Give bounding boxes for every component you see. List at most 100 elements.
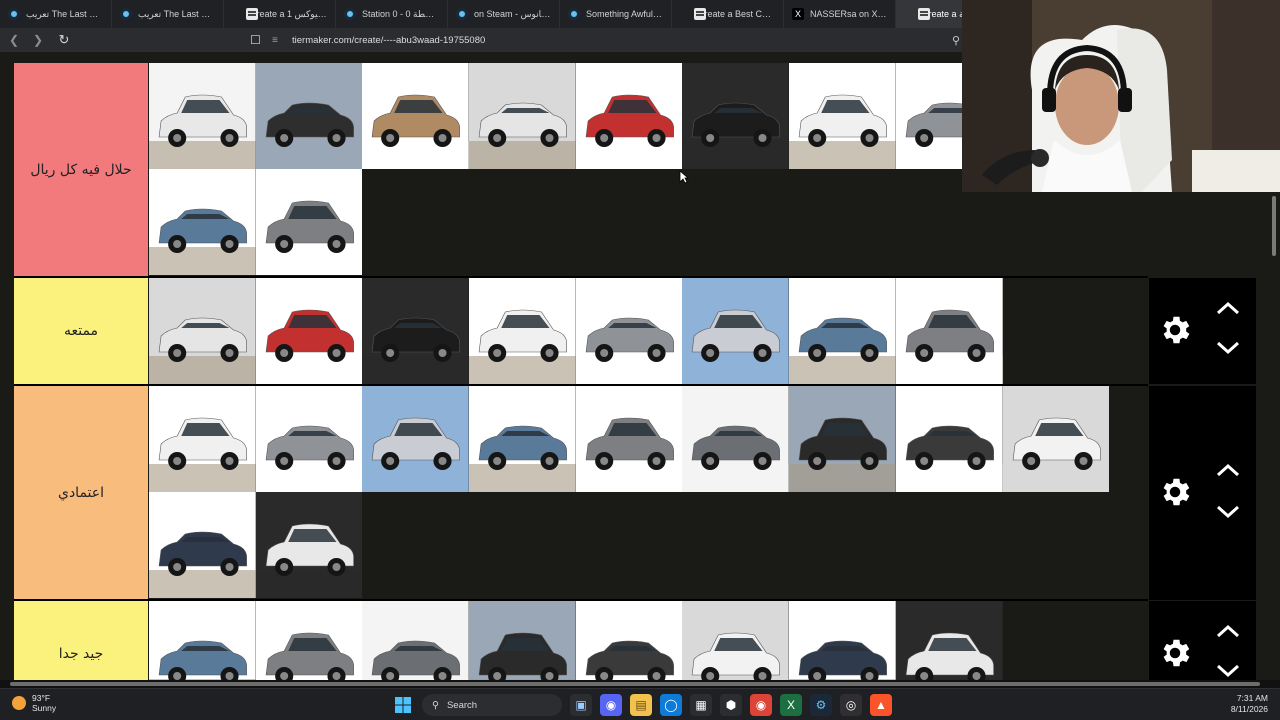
car-image[interactable] xyxy=(575,601,683,680)
tab-1[interactable]: تعريب The Last Of Us xyxy=(0,0,112,28)
tier-row: ممتعه xyxy=(14,278,1256,384)
site-info-icon[interactable]: ≡ xyxy=(272,35,284,46)
tier-label-cell[interactable]: ممتعه xyxy=(14,278,148,384)
windows-start-icon[interactable] xyxy=(392,694,414,716)
move-down-icon[interactable] xyxy=(1215,663,1241,679)
tab-label: تعريب The Last Of Us xyxy=(26,8,103,19)
car-image[interactable] xyxy=(362,278,470,384)
app-icon[interactable]: ⬢ xyxy=(720,694,742,716)
tab-8[interactable]: X NASSERsa on X: "@3_ xyxy=(784,0,896,28)
car-image[interactable] xyxy=(255,601,363,680)
system-clock[interactable]: 7:31 AM 8/11/2026 xyxy=(1231,693,1268,715)
steam-taskbar-icon[interactable]: ⚙ xyxy=(810,694,832,716)
car-image[interactable] xyxy=(682,278,790,384)
car-image[interactable] xyxy=(149,386,256,492)
car-image[interactable] xyxy=(789,386,896,492)
car-image[interactable] xyxy=(149,601,256,680)
excel-icon[interactable]: X xyxy=(780,694,802,716)
gear-icon[interactable] xyxy=(1157,635,1193,671)
address-bar[interactable]: ☐ ≡ tiermaker.com/create/----abu3waad-19… xyxy=(250,31,960,49)
car-image[interactable] xyxy=(149,169,256,275)
obs-icon[interactable]: ◎ xyxy=(840,694,862,716)
car-image[interactable] xyxy=(682,63,790,169)
tier-label: حلال فيه كل ريال xyxy=(30,162,132,178)
webcam-overlay xyxy=(962,0,1280,192)
move-down-icon[interactable] xyxy=(1215,504,1241,520)
car-image[interactable] xyxy=(362,63,470,169)
scrollbar-thumb[interactable] xyxy=(10,682,1260,686)
folder-icon[interactable]: ▤ xyxy=(630,694,652,716)
tier-items xyxy=(149,386,1149,598)
car-image[interactable] xyxy=(895,386,1003,492)
reload-icon[interactable]: ↻ xyxy=(54,30,74,50)
car-image[interactable] xyxy=(469,601,576,680)
weather-desc: Sunny xyxy=(32,703,57,713)
tab-3[interactable]: Create a 1 الأكسيوكس xyxy=(224,0,336,28)
bookmark-icon[interactable]: ☐ xyxy=(250,33,264,47)
edge-icon[interactable]: ◯ xyxy=(660,694,682,716)
tab-4[interactable]: Station 0 - 0 المحطة xyxy=(336,0,448,28)
tab-5[interactable]: on Steam - ابو قانوس xyxy=(448,0,560,28)
tab-7[interactable]: Create a Best Cars Ti xyxy=(672,0,784,28)
car-image[interactable] xyxy=(469,386,576,492)
file-explorer-icon[interactable]: ▣ xyxy=(570,694,592,716)
tier-controls xyxy=(1149,278,1256,384)
tiermaker-icon xyxy=(694,8,706,20)
car-image[interactable] xyxy=(469,63,576,169)
back-icon[interactable]: ❮ xyxy=(4,30,24,50)
move-up-icon[interactable] xyxy=(1215,623,1241,639)
car-image[interactable] xyxy=(895,601,1003,680)
car-image[interactable] xyxy=(255,169,363,275)
car-image[interactable] xyxy=(149,278,256,384)
car-image[interactable] xyxy=(469,278,576,384)
car-image[interactable] xyxy=(682,601,790,680)
url-text[interactable]: tiermaker.com/create/----abu3waad-197550… xyxy=(292,35,944,46)
tab-label: Create a 1 الأكسيوكس xyxy=(250,8,327,19)
car-image[interactable] xyxy=(575,63,683,169)
tier-label-cell[interactable]: جيد جدا xyxy=(14,601,148,680)
tier-label-cell[interactable]: اعتمادي xyxy=(14,386,148,600)
car-image[interactable] xyxy=(362,601,470,680)
tab-2[interactable]: تعريب The Last Of Us xyxy=(112,0,224,28)
weather-widget[interactable]: 93°F Sunny xyxy=(12,693,56,713)
clock-date: 8/11/2026 xyxy=(1230,704,1268,714)
chrome-icon[interactable]: ◉ xyxy=(750,694,772,716)
brave-icon[interactable]: ▲ xyxy=(870,694,892,716)
car-image[interactable] xyxy=(895,278,1003,384)
tab-6[interactable]: Something Awful: Sto xyxy=(560,0,672,28)
move-up-icon[interactable] xyxy=(1215,462,1241,478)
vertical-scrollbar[interactable] xyxy=(1270,190,1278,680)
car-image[interactable] xyxy=(575,278,683,384)
gear-icon[interactable] xyxy=(1157,312,1193,348)
car-image[interactable] xyxy=(255,63,363,169)
tier-controls xyxy=(1149,601,1256,680)
car-image[interactable] xyxy=(789,601,896,680)
scrollbar-thumb[interactable] xyxy=(1272,196,1276,256)
zoom-icon[interactable]: ⚲ xyxy=(952,34,960,47)
car-image[interactable] xyxy=(255,386,363,492)
steam-icon xyxy=(456,8,468,20)
car-image[interactable] xyxy=(789,63,896,169)
taskbar-apps: ⚲ Search ▣ ◉ ▤ ◯ ▦ ⬢ ◉ X ⚙ ◎ ▲ xyxy=(392,693,892,717)
car-image[interactable] xyxy=(789,278,896,384)
car-image[interactable] xyxy=(255,278,363,384)
car-image[interactable] xyxy=(362,386,470,492)
move-down-icon[interactable] xyxy=(1215,340,1241,356)
tier-label-cell[interactable]: حلال فيه كل ريال xyxy=(14,63,148,277)
horizontal-scrollbar[interactable] xyxy=(0,680,1280,688)
gear-icon[interactable] xyxy=(1157,474,1193,510)
car-image[interactable] xyxy=(1002,386,1110,492)
weather-temp: 93°F xyxy=(32,693,51,703)
car-image[interactable] xyxy=(682,386,790,492)
steam-icon xyxy=(568,8,580,20)
car-image[interactable] xyxy=(149,492,256,598)
car-image[interactable] xyxy=(255,492,363,598)
car-image[interactable] xyxy=(149,63,256,169)
steam-icon xyxy=(344,8,356,20)
car-image[interactable] xyxy=(575,386,683,492)
store-icon[interactable]: ▦ xyxy=(690,694,712,716)
taskbar-search[interactable]: ⚲ Search xyxy=(422,694,562,716)
forward-icon[interactable]: ❯ xyxy=(28,30,48,50)
discord-icon[interactable]: ◉ xyxy=(600,694,622,716)
move-up-icon[interactable] xyxy=(1215,300,1241,316)
